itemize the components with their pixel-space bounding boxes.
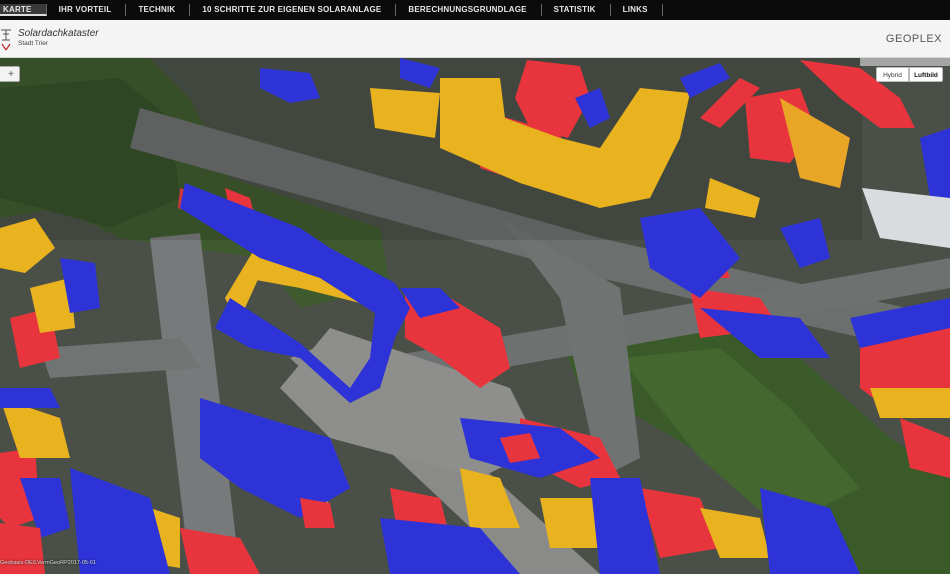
brand-logo[interactable]: GEOPLEX — [886, 33, 942, 45]
nav-item-10-schritte[interactable]: 10 SCHRITTE ZUR EIGENEN SOLARANLAGE — [190, 4, 397, 16]
nav-item-links[interactable]: LINKS — [611, 4, 663, 16]
app-subtitle: Stadt Trier — [18, 40, 48, 47]
maptype-hybrid-button[interactable]: Hybrid — [876, 67, 909, 82]
maptype-luftbild-button[interactable]: Luftbild — [909, 67, 943, 82]
map-view[interactable] — [0, 58, 950, 574]
app-title: Solardachkataster — [18, 28, 99, 39]
nav-item-berechnungsgrundlage[interactable]: BERECHNUNGSGRUNDLAGE — [396, 4, 542, 16]
nav-item-technik[interactable]: TECHNIK — [126, 4, 191, 16]
header: Solardachkataster Stadt Trier GEOPLEX — [0, 20, 950, 58]
nav-item-statistik[interactable]: STATISTIK — [542, 4, 611, 16]
main-nav: KARTE IHR VORTEIL TECHNIK 10 SCHRITTE ZU… — [0, 0, 950, 20]
nav-item-karte[interactable]: KARTE — [0, 4, 47, 16]
nav-item-ihr-vorteil[interactable]: IHR VORTEIL — [47, 4, 127, 16]
aerial-solar-map[interactable] — [0, 58, 950, 574]
city-logo-icon — [1, 29, 11, 51]
zoom-control[interactable]: + — [0, 66, 20, 82]
map-copyright: Geobasis-DE/LVermGeoRP2017-05-01 — [0, 560, 96, 566]
